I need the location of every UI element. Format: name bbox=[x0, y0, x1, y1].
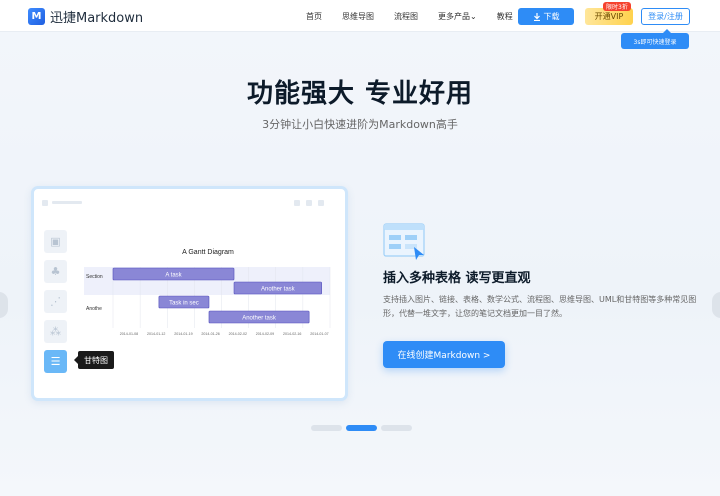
vip-discount-badge: 限时3折 bbox=[603, 2, 631, 11]
nav-item-more-label: 更多产品 bbox=[438, 12, 470, 21]
carousel-indicator bbox=[311, 425, 412, 431]
window-dot bbox=[318, 200, 324, 206]
nav-item-mindmap[interactable]: 思维导图 bbox=[342, 11, 374, 22]
top-navbar: M 迅捷Markdown 首页 思维导图 流程图 更多产品⌄ 教程 下载 开通V… bbox=[0, 0, 720, 32]
create-online-button[interactable]: 在线创建Markdown > bbox=[383, 341, 505, 368]
login-tooltip: 3s即可快速登录 bbox=[621, 29, 689, 49]
preview-window-bar bbox=[42, 200, 337, 206]
window-dot bbox=[294, 200, 300, 206]
chevron-down-icon: ⌄ bbox=[470, 12, 477, 21]
image-icon[interactable]: ▣ bbox=[44, 230, 67, 253]
gantt-section-label: Anothe bbox=[86, 306, 102, 312]
gantt-section-label: Section bbox=[86, 274, 103, 280]
gantt-tick-label: 2014-02-09 bbox=[256, 332, 274, 336]
table-insert-icon bbox=[383, 223, 425, 260]
gantt-title: A Gantt Diagram bbox=[182, 249, 234, 256]
line-chart-icon[interactable]: ⋰ bbox=[44, 290, 67, 313]
feature-title: 插入多种表格 读写更直观 bbox=[383, 271, 531, 286]
logo-icon: M bbox=[28, 8, 45, 25]
window-title-bar bbox=[52, 201, 82, 204]
carousel-dot-active[interactable] bbox=[346, 425, 377, 431]
nav-item-tutorial[interactable]: 教程 bbox=[497, 11, 513, 22]
download-button[interactable]: 下载 bbox=[518, 8, 574, 25]
nav-item-home[interactable]: 首页 bbox=[306, 11, 322, 22]
gantt-task-label: Task in sec bbox=[169, 301, 199, 307]
gantt-task-label: A task bbox=[165, 273, 182, 279]
gantt-tick-label: 2014-02-16 bbox=[283, 332, 301, 336]
gantt-tick-label: 2014-01-19 bbox=[174, 332, 192, 336]
nav-item-more-products[interactable]: 更多产品⌄ bbox=[438, 11, 477, 22]
feature-description: 支持插入图片、链接、表格、数学公式、流程图、思维导图、UML和甘特图等多种常见图… bbox=[383, 295, 697, 318]
carousel-dot[interactable] bbox=[381, 425, 412, 431]
window-dot bbox=[42, 200, 48, 206]
carousel-dot[interactable] bbox=[311, 425, 342, 431]
gantt-tick-label: 2014-01-12 bbox=[147, 332, 165, 336]
gantt-tick-label: 2014-01-08 bbox=[120, 332, 138, 336]
logo-text: 迅捷Markdown bbox=[50, 11, 144, 26]
login-register-button[interactable]: 登录/注册 bbox=[641, 8, 690, 25]
window-dot bbox=[306, 200, 312, 206]
gantt-chart: A Gantt Diagram Section Anothe A task Anothe… bbox=[84, 249, 331, 336]
download-icon bbox=[533, 12, 540, 21]
carousel-next-button[interactable] bbox=[712, 292, 720, 318]
logo[interactable]: M 迅捷Markdown bbox=[28, 7, 143, 26]
gantt-tooltip: 甘特图 bbox=[74, 351, 114, 369]
carousel-prev-button[interactable] bbox=[0, 292, 8, 318]
gantt-task-label: Another task bbox=[261, 287, 296, 293]
download-label: 下载 bbox=[543, 12, 560, 21]
gantt-tick-label: 2014-01-07 bbox=[310, 332, 328, 336]
flowchart-icon[interactable]: ⁂ bbox=[44, 320, 67, 343]
hero-subtitle: 3分钟让小白快速进阶为Markdown高手 bbox=[262, 118, 458, 131]
gantt-tick-label: 2014-02-02 bbox=[229, 332, 247, 336]
hero-title: 功能强大 专业好用 bbox=[246, 79, 474, 109]
gantt-task-label: Another task bbox=[242, 316, 277, 322]
main-nav: 首页 思维导图 流程图 更多产品⌄ 教程 bbox=[306, 11, 533, 22]
gantt-tick-label: 2014-01-26 bbox=[201, 332, 219, 336]
org-chart-icon[interactable]: ♣ bbox=[44, 260, 67, 283]
gantt-icon[interactable]: ☰ bbox=[44, 350, 67, 373]
nav-item-flowchart[interactable]: 流程图 bbox=[394, 11, 418, 22]
